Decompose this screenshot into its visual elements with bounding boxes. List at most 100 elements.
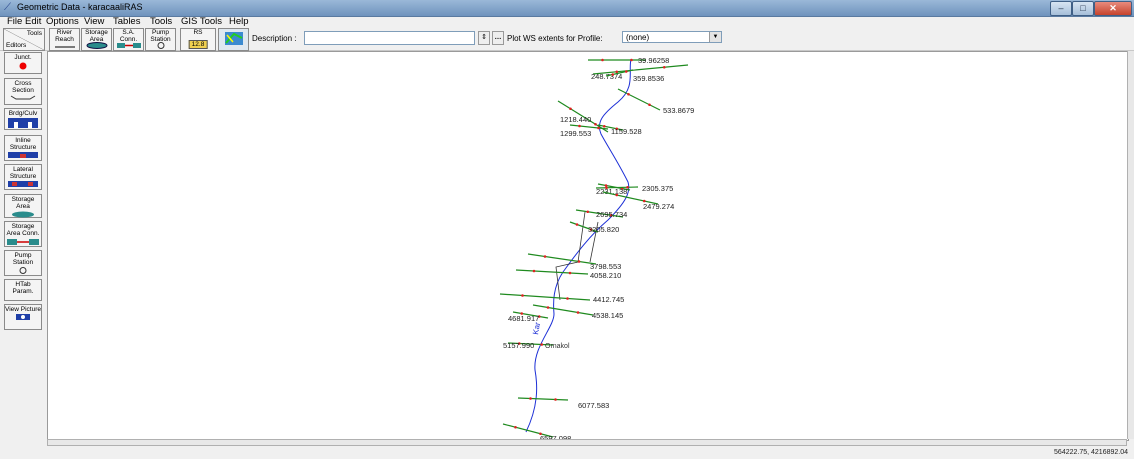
menu-tables[interactable]: Tables [113, 16, 140, 28]
cross-section-line[interactable] [617, 88, 661, 111]
bank-station-point [566, 297, 569, 300]
junction-icon [19, 62, 27, 70]
sa-conn-button[interactable]: S.A. Conn. [113, 28, 144, 51]
cross-section-line[interactable] [532, 304, 594, 316]
vertical-scrollbar[interactable] [1127, 51, 1134, 439]
cross-section-label: 2479.274 [643, 202, 674, 211]
bank-station-point [521, 294, 524, 297]
coordinate-readout: 564222.75, 4216892.04 [1054, 449, 1128, 456]
storage-area-conn-label: Storage Area Conn. [6, 223, 40, 237]
rs-button[interactable]: RS 12.8 [180, 28, 216, 51]
cross-section-button[interactable]: Cross Section [4, 78, 42, 105]
bridge-icon [8, 118, 38, 128]
storage-area-icon [12, 211, 34, 218]
bank-station-point [577, 260, 581, 263]
camera-icon [16, 314, 30, 320]
bank-station-point [575, 223, 579, 226]
river-reach-button[interactable]: River Reach [49, 28, 80, 51]
bank-station-point [532, 269, 536, 273]
cross-section-line[interactable] [499, 293, 591, 301]
cross-section-icon [10, 95, 36, 100]
view-picture-button[interactable]: View Picture [4, 304, 42, 330]
cross-section-label: 2695.734 [596, 210, 627, 219]
description-browse-button[interactable]: … [492, 31, 504, 45]
cross-section-label: 4058.210 [590, 271, 621, 280]
bank-station-point [630, 58, 633, 62]
menu-options[interactable]: Options [46, 16, 79, 28]
georef-button[interactable] [218, 28, 249, 51]
menu-gis-tools[interactable]: GIS Tools [181, 16, 222, 28]
bank-station-point [597, 126, 600, 130]
bridge-culvert-label: Brdg/Culv [8, 110, 38, 117]
map-tool-icon [224, 32, 243, 45]
menu-edit[interactable]: Edit [25, 16, 41, 28]
tools-editors-button[interactable]: Tools Editors [3, 28, 45, 51]
cross-section-label: 359.8536 [633, 74, 664, 83]
window-title: Geometric Data - karacaaliRAS [17, 2, 143, 12]
horizontal-scrollbar[interactable] [47, 439, 1127, 446]
storage-area-label: Storage Area [85, 29, 108, 43]
pump-station-editor-button[interactable]: Pump Station [4, 250, 42, 276]
rs-label: RS [193, 29, 203, 36]
htab-param-button[interactable]: HTab Param. [4, 279, 42, 301]
pump-icon [19, 267, 27, 274]
menu-file[interactable]: File [7, 16, 22, 28]
junct-button[interactable]: Junct. [4, 52, 42, 74]
sa-conn-icon [7, 239, 39, 245]
editors-label: Editors [6, 42, 27, 49]
menu-help[interactable]: Help [229, 16, 249, 28]
junct-label: Junct. [14, 54, 32, 61]
inline-structure-button[interactable]: Inline Structure [4, 135, 42, 161]
cross-section-line[interactable] [527, 253, 597, 265]
cross-section-label: 3205.820 [588, 225, 619, 234]
description-input[interactable] [304, 31, 475, 45]
menu-bar: File Edit Options View Tables Tools GIS … [0, 16, 1134, 28]
bank-station-point [529, 397, 532, 400]
bank-station-point [601, 58, 604, 62]
storage-area-conn-button[interactable]: Storage Area Conn. [4, 221, 42, 247]
menu-tools[interactable]: Tools [150, 16, 172, 28]
app-icon: ⟋ [4, 2, 11, 13]
cross-section-label: Cross Section [12, 80, 34, 94]
description-label: Description : [252, 34, 297, 43]
storage-area-editor-button[interactable]: Storage Area [4, 194, 42, 218]
profile-select[interactable]: (none) ▼ [622, 31, 722, 43]
cross-section-line[interactable] [517, 397, 569, 401]
storage-area-icon [86, 42, 107, 49]
storage-area-editor-label: Storage Area [11, 196, 35, 210]
bank-station-point [627, 92, 630, 96]
pump-station-editor-label: Pump Station [12, 252, 34, 266]
bank-station-point [569, 107, 572, 111]
pump-station-button[interactable]: Pump Station [145, 28, 176, 51]
bank-station-point [624, 70, 628, 73]
bank-station-point [514, 425, 517, 429]
cross-section-label: 4681.917 [508, 314, 539, 323]
cross-section-label: 3798.553 [590, 262, 621, 271]
bank-station-point [611, 73, 615, 76]
menu-view[interactable]: View [84, 16, 104, 28]
bridge-culvert-button[interactable]: Brdg/Culv [4, 108, 42, 130]
river-reach-icon [54, 46, 75, 48]
plot-ws-label: Plot WS extents for Profile: [507, 34, 603, 43]
minimize-button[interactable]: – [1050, 1, 1072, 16]
cross-section-label: 2305.375 [642, 184, 673, 193]
lateral-structure-label: Lateral Structure [9, 166, 37, 180]
cross-section-label: 39.96258 [638, 56, 669, 65]
maximize-button[interactable]: □ [1072, 1, 1094, 16]
status-bar: 564222.75, 4216892.04 [0, 448, 1134, 459]
chevron-down-icon: ▼ [709, 32, 721, 42]
lateral-structure-button[interactable]: Lateral Structure [4, 164, 42, 190]
editors-sidebar: Junct. Cross Section Brdg/Culv Inline St… [0, 51, 45, 453]
bank-station-point [626, 185, 629, 189]
river-reach-label: River Reach [55, 29, 74, 43]
pump-icon [157, 42, 164, 49]
storage-area-button[interactable]: Storage Area [81, 28, 112, 51]
bank-station-point [586, 210, 590, 214]
description-spinner[interactable]: ⇕ [478, 31, 490, 45]
cross-section-line[interactable] [515, 269, 589, 275]
bank-station-point [568, 271, 572, 275]
close-button[interactable]: ✕ [1094, 1, 1132, 16]
geometry-canvas[interactable]: 39.96258 248.7374 359.8536 533.8679 1218.440… [47, 51, 1129, 441]
bank-station-point [546, 306, 550, 309]
bank-station-point [576, 311, 580, 314]
